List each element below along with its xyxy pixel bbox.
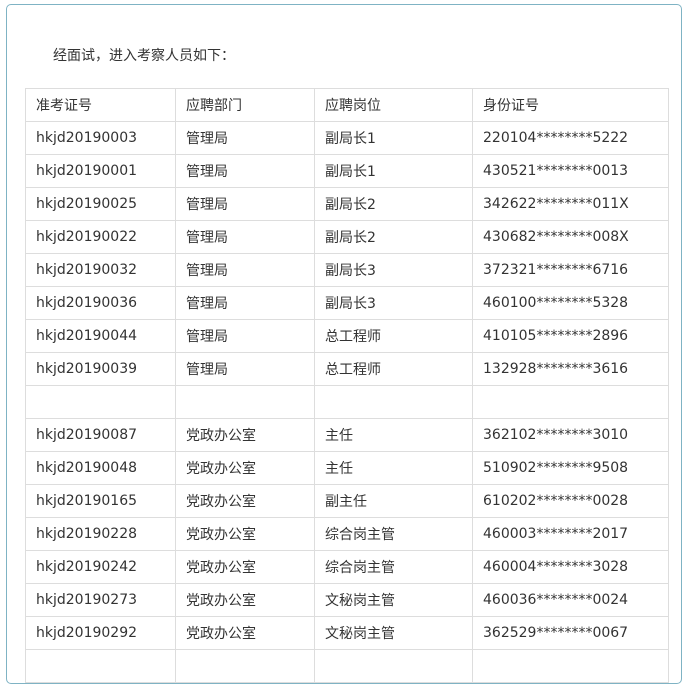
cell-id-number: 362529********0067 — [472, 616, 669, 650]
cell-exam-number: hkjd20190039 — [25, 352, 176, 386]
cell-exam-number: hkjd20190022 — [25, 220, 176, 254]
table-row-partial — [25, 649, 669, 683]
cell-department: 党政办公室 — [175, 550, 315, 584]
cell-position: 综合岗主管 — [314, 550, 473, 584]
cell-exam-number: hkjd20190044 — [25, 319, 176, 353]
cell-department — [175, 649, 315, 683]
cell-position: 副局长1 — [314, 121, 473, 155]
cell-department: 党政办公室 — [175, 484, 315, 518]
cell-exam-number: hkjd20190087 — [25, 418, 176, 452]
cell-department: 管理局 — [175, 319, 315, 353]
cell-position: 总工程师 — [314, 352, 473, 386]
cell-position: 副局长2 — [314, 220, 473, 254]
cell-id-number: 460004********3028 — [472, 550, 669, 584]
cell-department: 管理局 — [175, 352, 315, 386]
cell-id-number: 460036********0024 — [472, 583, 669, 617]
table-row: hkjd20190292 党政办公室 文秘岗主管 362529********0… — [25, 616, 669, 650]
cell-exam-number: hkjd20190292 — [25, 616, 176, 650]
cell-id-number: 220104********5222 — [472, 121, 669, 155]
cell-department: 管理局 — [175, 154, 315, 188]
table-row: hkjd20190165 党政办公室 副主任 610202********002… — [25, 484, 669, 518]
cell-position: 文秘岗主管 — [314, 583, 473, 617]
cell-position: 副局长3 — [314, 286, 473, 320]
cell-department: 管理局 — [175, 187, 315, 221]
cell-id-number: 460003********2017 — [472, 517, 669, 551]
header-position: 应聘岗位 — [314, 88, 473, 122]
table-row: hkjd20190032 管理局 副局长3 372321********6716 — [25, 253, 669, 287]
cell-exam-number — [25, 385, 176, 419]
cell-position: 副局长1 — [314, 154, 473, 188]
cell-exam-number: hkjd20190003 — [25, 121, 176, 155]
header-id-number: 身份证号 — [472, 88, 669, 122]
cell-id-number: 430682********008X — [472, 220, 669, 254]
table-row: hkjd20190039 管理局 总工程师 132928********3616 — [25, 352, 669, 386]
cell-department: 管理局 — [175, 220, 315, 254]
cell-department: 党政办公室 — [175, 418, 315, 452]
table-header-row: 准考证号 应聘部门 应聘岗位 身份证号 — [25, 88, 669, 122]
header-exam-number: 准考证号 — [25, 88, 176, 122]
cell-exam-number: hkjd20190032 — [25, 253, 176, 287]
table-row: hkjd20190022 管理局 副局长2 430682********008X — [25, 220, 669, 254]
intro-text: 经面试，进入考察人员如下： — [53, 48, 235, 64]
table-row: hkjd20190048 党政办公室 主任 510902********9508 — [25, 451, 669, 485]
content-panel: 经面试，进入考察人员如下： 准考证号 应聘部门 应聘岗位 身份证号 hkjd20… — [6, 4, 682, 684]
cell-exam-number: hkjd20190273 — [25, 583, 176, 617]
table-row: hkjd20190087 党政办公室 主任 362102********3010 — [25, 418, 669, 452]
cell-id-number: 510902********9508 — [472, 451, 669, 485]
cell-id-number: 610202********0028 — [472, 484, 669, 518]
cell-exam-number: hkjd20190025 — [25, 187, 176, 221]
cell-id-number: 410105********2896 — [472, 319, 669, 353]
table-row-empty — [25, 385, 669, 419]
cell-position: 副主任 — [314, 484, 473, 518]
cell-position: 总工程师 — [314, 319, 473, 353]
cell-exam-number: hkjd20190036 — [25, 286, 176, 320]
candidate-table: 准考证号 应聘部门 应聘岗位 身份证号 hkjd20190003 管理局 副局长… — [25, 88, 669, 683]
cell-id-number — [472, 385, 669, 419]
cell-position: 综合岗主管 — [314, 517, 473, 551]
table-row: hkjd20190001 管理局 副局长1 430521********0013 — [25, 154, 669, 188]
cell-id-number — [472, 649, 669, 683]
cell-id-number: 132928********3616 — [472, 352, 669, 386]
cell-exam-number — [25, 649, 176, 683]
cell-id-number: 430521********0013 — [472, 154, 669, 188]
cell-id-number: 342622********011X — [472, 187, 669, 221]
cell-department: 管理局 — [175, 286, 315, 320]
cell-exam-number: hkjd20190228 — [25, 517, 176, 551]
table-row: hkjd20190025 管理局 副局长2 342622********011X — [25, 187, 669, 221]
cell-id-number: 372321********6716 — [472, 253, 669, 287]
cell-exam-number: hkjd20190001 — [25, 154, 176, 188]
cell-department: 党政办公室 — [175, 451, 315, 485]
cell-department: 党政办公室 — [175, 616, 315, 650]
cell-department: 党政办公室 — [175, 517, 315, 551]
cell-exam-number: hkjd20190242 — [25, 550, 176, 584]
cell-position — [314, 649, 473, 683]
cell-exam-number: hkjd20190165 — [25, 484, 176, 518]
cell-position — [314, 385, 473, 419]
cell-exam-number: hkjd20190048 — [25, 451, 176, 485]
table-row: hkjd20190044 管理局 总工程师 410105********2896 — [25, 319, 669, 353]
table-row: hkjd20190242 党政办公室 综合岗主管 460004********3… — [25, 550, 669, 584]
cell-position: 副局长2 — [314, 187, 473, 221]
table-row: hkjd20190273 党政办公室 文秘岗主管 460036********0… — [25, 583, 669, 617]
cell-department: 党政办公室 — [175, 583, 315, 617]
table-row: hkjd20190036 管理局 副局长3 460100********5328 — [25, 286, 669, 320]
cell-position: 主任 — [314, 451, 473, 485]
cell-id-number: 362102********3010 — [472, 418, 669, 452]
cell-department — [175, 385, 315, 419]
table-row: hkjd20190228 党政办公室 综合岗主管 460003********2… — [25, 517, 669, 551]
cell-department: 管理局 — [175, 253, 315, 287]
cell-position: 文秘岗主管 — [314, 616, 473, 650]
cell-position: 主任 — [314, 418, 473, 452]
cell-position: 副局长3 — [314, 253, 473, 287]
table-row: hkjd20190003 管理局 副局长1 220104********5222 — [25, 121, 669, 155]
cell-department: 管理局 — [175, 121, 315, 155]
cell-id-number: 460100********5328 — [472, 286, 669, 320]
header-department: 应聘部门 — [175, 88, 315, 122]
